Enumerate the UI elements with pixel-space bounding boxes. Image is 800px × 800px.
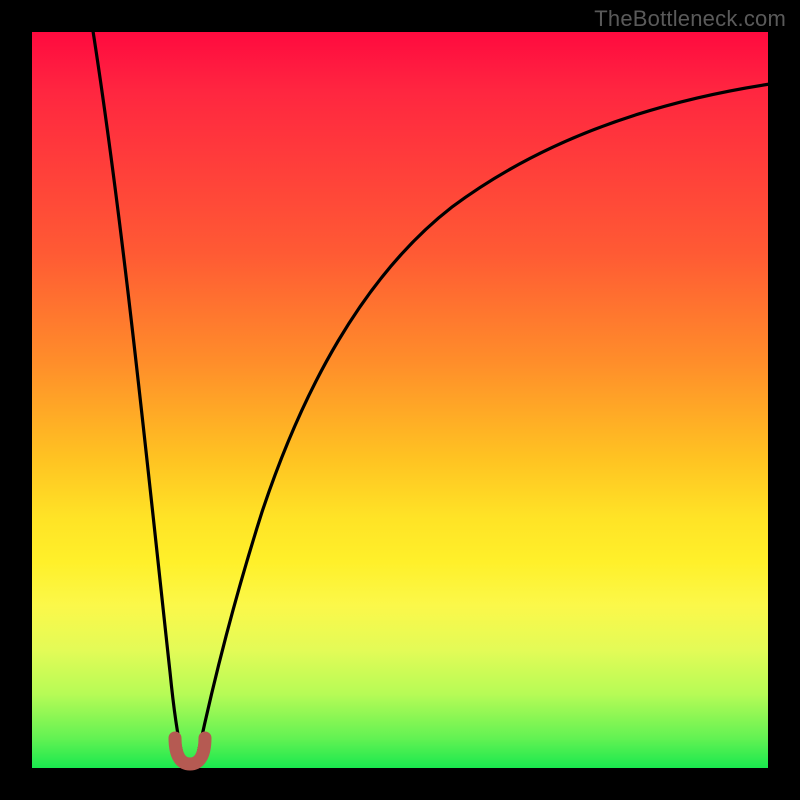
minimum-marker [175, 738, 205, 764]
curve-left-branch [90, 12, 182, 754]
curve-right-branch [198, 84, 770, 754]
watermark-text: TheBottleneck.com [594, 6, 786, 32]
chart-frame: TheBottleneck.com [0, 0, 800, 800]
plot-area [32, 32, 768, 768]
bottleneck-curve [32, 32, 768, 768]
